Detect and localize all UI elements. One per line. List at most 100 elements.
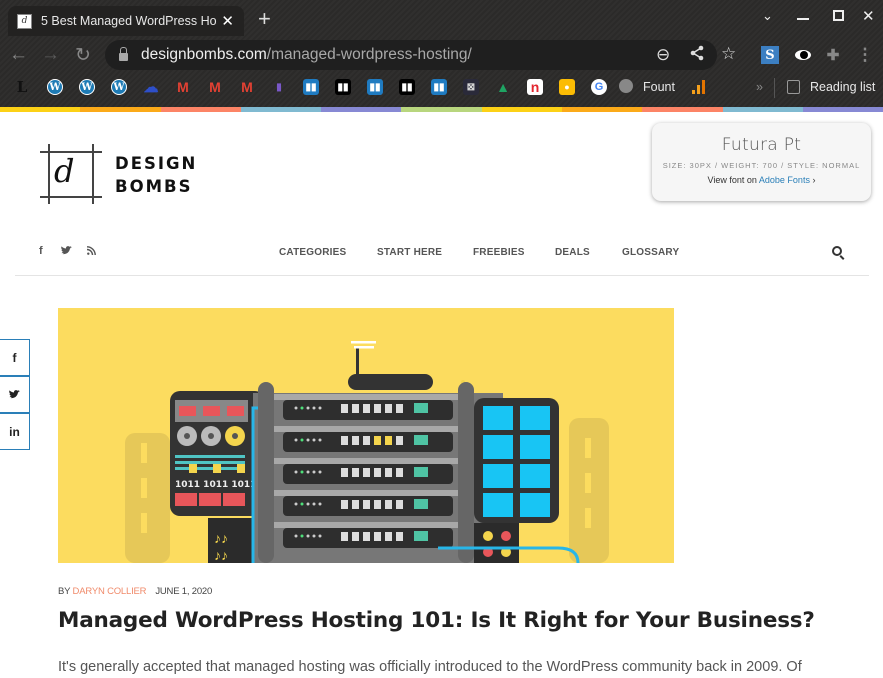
eye-extension-icon[interactable] <box>794 46 812 64</box>
more-bookmarks-icon[interactable]: » <box>756 80 763 94</box>
logo-line-2: BOMBS <box>115 177 193 196</box>
google-icon[interactable]: G <box>591 79 607 95</box>
close-window-button[interactable]: ✕ <box>862 7 875 25</box>
reading-list-button[interactable]: Reading list <box>810 80 875 94</box>
minimize-button[interactable] <box>797 4 809 20</box>
server-unit <box>352 500 359 509</box>
server-unit <box>312 502 316 506</box>
chrome-menu-icon[interactable]: ⋮ <box>856 45 874 64</box>
linkedin-share-icon: in <box>9 424 20 439</box>
nav-freebies[interactable]: FREEBIES <box>473 247 525 258</box>
nav-deals[interactable]: DEALS <box>555 247 590 258</box>
reload-button[interactable]: ↻ <box>75 44 91 67</box>
share-icon[interactable] <box>690 45 704 65</box>
cloud-icon[interactable]: ☁ <box>143 79 159 96</box>
browser-tab[interactable]: d 5 Best Managed WordPress Hosting ✕ <box>8 6 244 36</box>
mailbox-icon[interactable]: ⊠ <box>463 79 479 95</box>
address-bar[interactable]: designbombs.com/managed-wordpress-hostin… <box>105 40 717 70</box>
font-link-arrow: › <box>809 175 816 185</box>
trello-icon[interactable]: ▮▮ <box>431 79 447 95</box>
forward-button[interactable]: → <box>41 44 60 66</box>
nav-start-here[interactable]: START HERE <box>377 247 442 258</box>
reading-list-icon[interactable] <box>787 80 800 94</box>
bookmark-fount[interactable]: Fount <box>643 80 675 94</box>
extensions-puzzle-icon[interactable]: ✚ <box>824 46 842 64</box>
nav-categories[interactable]: CATEGORIES <box>279 247 346 258</box>
wordpress-icon[interactable]: W <box>111 79 127 95</box>
server-unit <box>396 532 403 541</box>
twitter-icon[interactable] <box>61 246 72 258</box>
trello-dark-icon[interactable]: ▮▮ <box>335 79 351 95</box>
server-unit <box>363 404 370 413</box>
site-logo-mark[interactable]: d <box>40 144 102 204</box>
analytics-orange-icon[interactable] <box>690 79 706 95</box>
font-name: Futura Pt <box>721 135 802 155</box>
url-text[interactable]: designbombs.com/managed-wordpress-hostin… <box>141 46 472 64</box>
server-unit <box>318 534 322 538</box>
author-link[interactable]: DARYN COLLIER <box>73 586 147 597</box>
server-unit <box>300 470 304 474</box>
server-unit <box>363 436 370 445</box>
share-facebook-button[interactable]: f <box>0 339 30 376</box>
server-unit <box>294 438 298 442</box>
share-twitter-button[interactable] <box>0 376 30 413</box>
server-unit <box>274 522 458 528</box>
facebook-icon[interactable]: f <box>39 245 43 257</box>
bookmarks-divider <box>774 78 775 98</box>
server-unit <box>363 532 370 541</box>
globe-icon[interactable] <box>619 79 633 96</box>
server-unit <box>385 532 392 541</box>
server-unit <box>341 532 348 541</box>
server-unit <box>318 470 322 474</box>
trello-dark-icon[interactable]: ▮▮ <box>399 79 415 95</box>
gmail-icon[interactable]: M <box>239 79 255 95</box>
server-unit <box>414 531 428 541</box>
server-unit <box>352 404 359 413</box>
s-extension-icon[interactable]: S <box>761 46 779 64</box>
post-title[interactable]: Managed WordPress Hosting 101: Is It Rig… <box>58 608 815 633</box>
google-drive-icon[interactable]: ▲ <box>495 79 511 95</box>
server-unit <box>306 470 310 474</box>
nav-glossary[interactable]: GLOSSARY <box>622 247 679 258</box>
maximize-button[interactable] <box>833 10 844 21</box>
server-unit <box>341 436 348 445</box>
back-button[interactable]: ← <box>9 44 28 66</box>
server-unit <box>274 458 458 464</box>
post-excerpt: It's generally accepted that managed hos… <box>58 659 802 675</box>
zoom-out-icon[interactable]: ⊖ <box>656 45 670 65</box>
server-unit <box>363 468 370 477</box>
server-unit <box>385 404 392 413</box>
keep-icon[interactable]: ● <box>559 79 575 95</box>
trello-icon[interactable]: ▮▮ <box>367 79 383 95</box>
server-unit <box>306 438 310 442</box>
trello-icon[interactable]: ▮▮ <box>303 79 319 95</box>
server-unit <box>312 438 316 442</box>
bookmark-star-icon[interactable]: ☆ <box>721 44 736 64</box>
site-logo-text[interactable]: DESIGN BOMBS <box>115 152 197 198</box>
tab-search-icon[interactable]: ⌄ <box>762 8 773 24</box>
tab-close-icon[interactable]: ✕ <box>221 12 234 30</box>
byline-label: BY <box>58 586 73 597</box>
analytics-bars-icon[interactable]: ▮ <box>271 79 287 95</box>
server-unit <box>374 468 381 477</box>
server-unit <box>341 404 348 413</box>
search-icon[interactable] <box>832 246 842 256</box>
server-unit <box>318 406 322 410</box>
wordpress-icon[interactable]: W <box>47 79 63 95</box>
adobe-fonts-link[interactable]: Adobe Fonts <box>759 175 810 185</box>
logo-line-1: DESIGN <box>115 154 198 173</box>
gmail-icon[interactable]: M <box>175 79 191 95</box>
server-unit <box>352 532 359 541</box>
rss-icon[interactable] <box>86 246 96 258</box>
L-icon[interactable]: L <box>14 78 30 96</box>
server-unit <box>352 468 359 477</box>
share-linkedin-button[interactable]: in <box>0 413 30 450</box>
twitter-share-icon <box>9 390 20 399</box>
n-icon[interactable]: n <box>527 79 543 95</box>
new-tab-button[interactable]: + <box>258 6 271 32</box>
server-unit <box>414 435 428 445</box>
wordpress-icon[interactable]: W <box>79 79 95 95</box>
gmail-icon[interactable]: M <box>207 79 223 95</box>
url-path: /managed-wordpress-hosting/ <box>266 46 472 63</box>
server-unit <box>385 436 392 445</box>
